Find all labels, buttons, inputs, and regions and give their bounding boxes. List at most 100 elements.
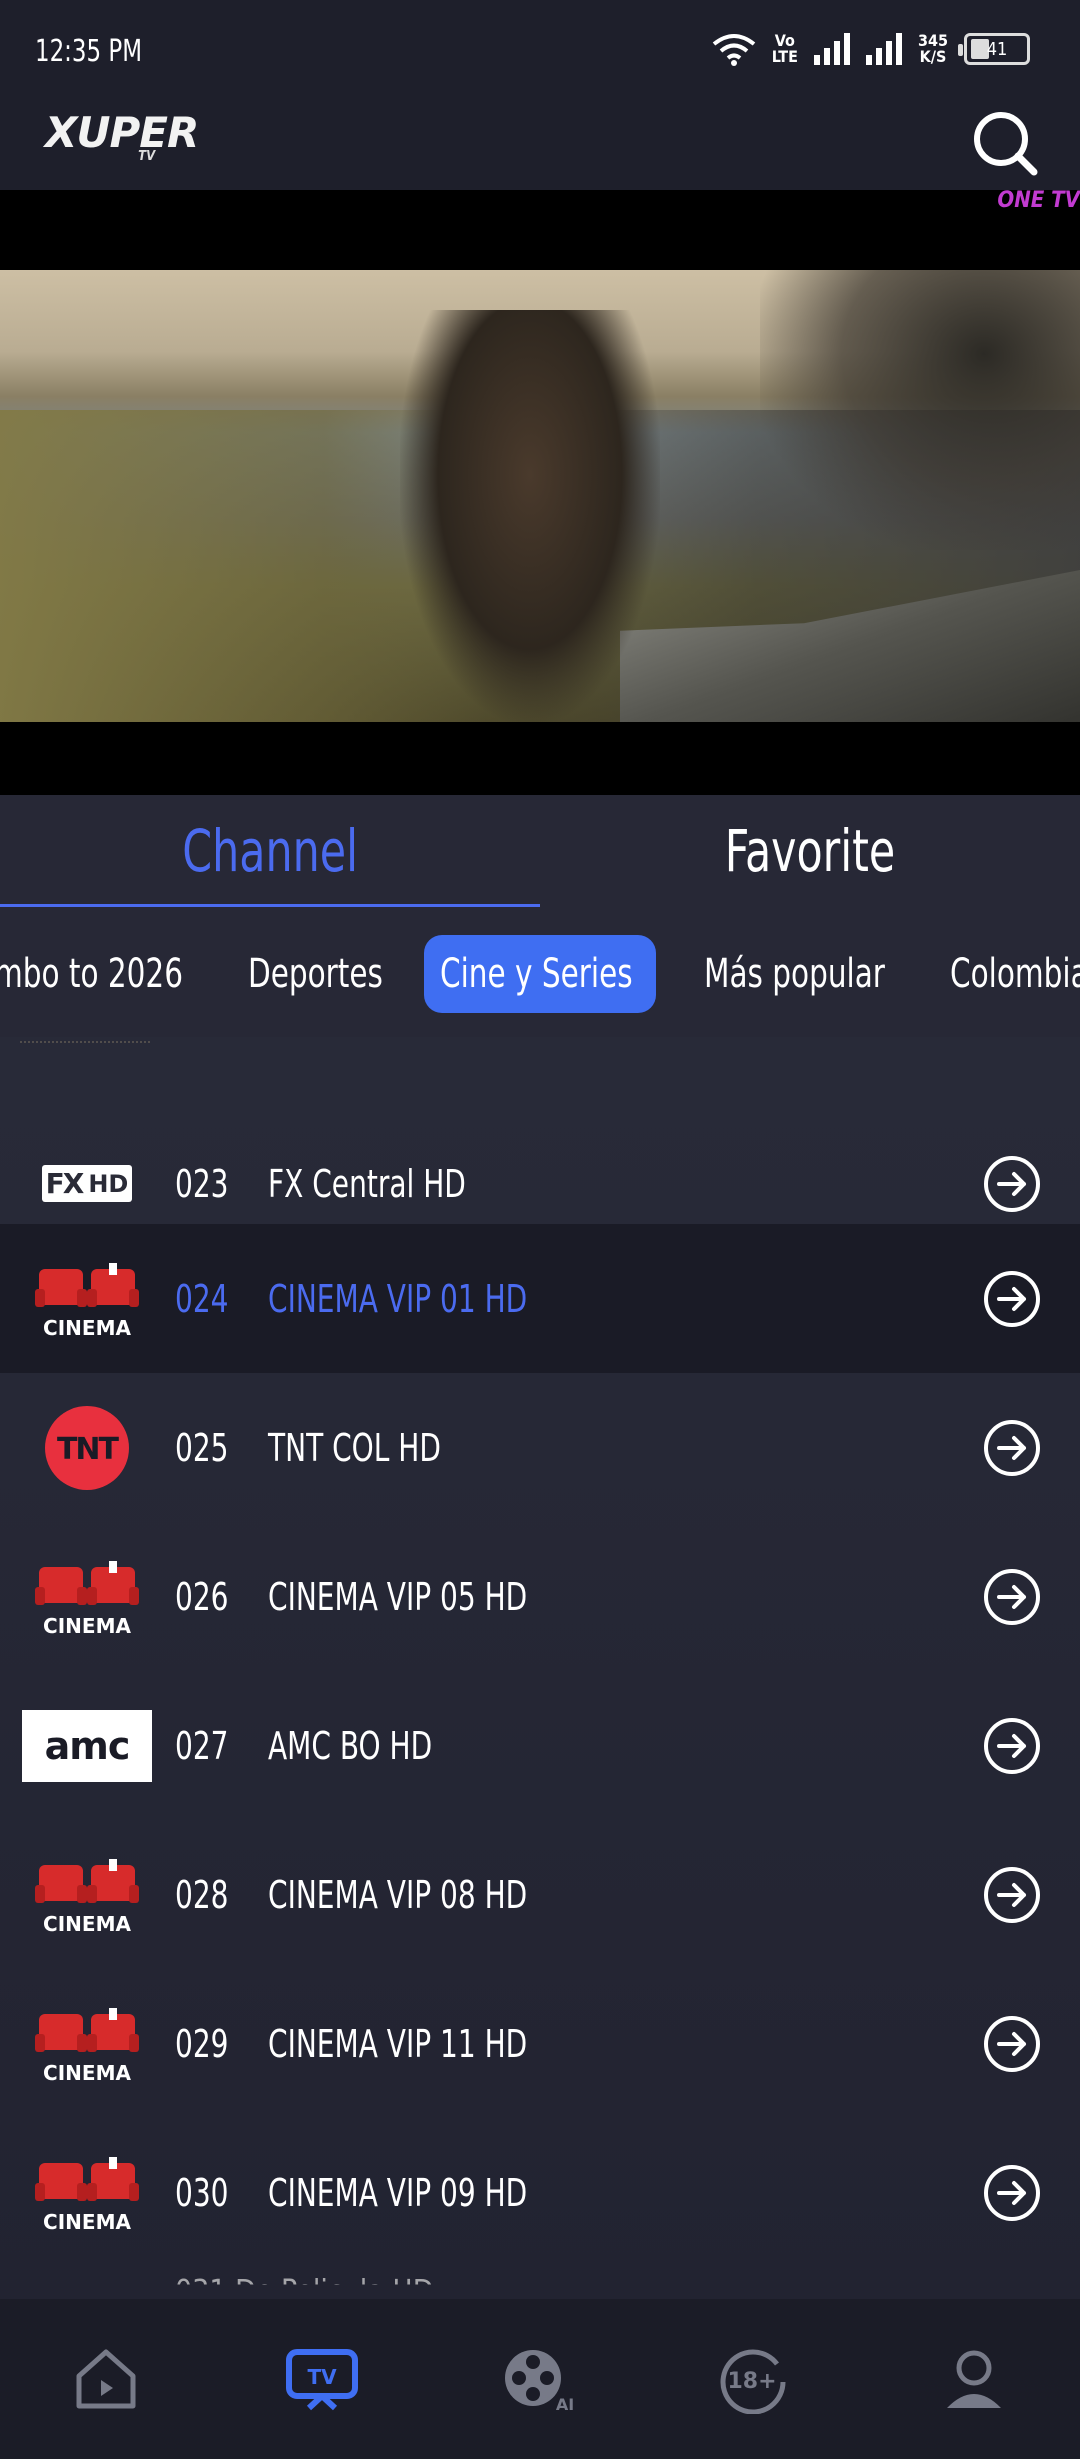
cinema-logo: CINEMA bbox=[22, 1261, 152, 1339]
profile-icon bbox=[947, 2350, 1001, 2408]
status-icons: Vo LTE 345 K/S 41 bbox=[712, 32, 1030, 66]
battery-level: 41 bbox=[986, 38, 1008, 60]
arrow-right-circle-icon[interactable] bbox=[982, 1865, 1042, 1925]
channel-list[interactable]: FX HD 023 FX Central HD CINEMA 024 CINEM… bbox=[0, 1037, 1080, 2299]
tv-icon: TV bbox=[286, 2349, 358, 2411]
video-player[interactable]: ONE TV bbox=[0, 190, 1080, 795]
cinema-seats-icon: CINEMA bbox=[35, 1560, 139, 1637]
channel-name: TNT COL HD bbox=[268, 1425, 441, 1470]
arrow-right-circle-icon[interactable] bbox=[982, 1716, 1042, 1776]
bottom-nav: TV AI 18+ bbox=[0, 2299, 1080, 2459]
channel-number: 026 bbox=[175, 1574, 229, 1619]
list-peek-bottom: 031 De Pelicula HD bbox=[175, 2274, 434, 2299]
tnt-logo-icon: TNT bbox=[45, 1405, 129, 1490]
category-chip[interactable]: Colombia bbox=[950, 935, 1080, 1013]
tab-favorite-label: Favorite bbox=[724, 817, 896, 885]
fx-hd-logo: FX HD bbox=[22, 1146, 152, 1222]
tnt-logo: TNT bbox=[22, 1405, 152, 1490]
channel-row[interactable]: CINEMA 028 CINEMA VIP 08 HD bbox=[0, 1820, 1080, 1969]
cinema-text: CINEMA bbox=[43, 1614, 131, 1637]
nav-adult[interactable]: 18+ bbox=[714, 2339, 794, 2419]
cinema-logo: CINEMA bbox=[22, 1857, 152, 1935]
channel-name: FX Central HD bbox=[268, 1161, 466, 1206]
tab-channel[interactable]: Channel bbox=[0, 795, 540, 907]
app-logo: XUPER TV bbox=[45, 108, 199, 172]
nav-home[interactable] bbox=[66, 2339, 146, 2419]
cinema-logo: CINEMA bbox=[22, 2006, 152, 2084]
wifi-icon bbox=[712, 34, 756, 66]
net-speed: 345 K/S bbox=[918, 33, 948, 65]
cinema-seats-icon: CINEMA bbox=[35, 1858, 139, 1935]
nav-ai[interactable]: AI bbox=[498, 2339, 578, 2419]
channel-row[interactable]: CINEMA 029 CINEMA VIP 11 HD bbox=[0, 1969, 1080, 2118]
signal-icon bbox=[813, 33, 850, 65]
battery-icon: 41 bbox=[958, 33, 1030, 65]
logo-text: XUPER bbox=[45, 108, 199, 157]
search-icon[interactable] bbox=[970, 108, 1040, 178]
tab-favorite[interactable]: Favorite bbox=[540, 795, 1080, 907]
cinema-text: CINEMA bbox=[43, 1912, 131, 1935]
cinema-text: CINEMA bbox=[43, 2210, 131, 2233]
channel-name: CINEMA VIP 08 HD bbox=[268, 1872, 528, 1917]
cinema-text: CINEMA bbox=[43, 1316, 131, 1339]
scene-figure bbox=[400, 310, 660, 722]
arrow-right-circle-icon[interactable] bbox=[982, 1154, 1042, 1214]
category-chip-selected[interactable]: Cine y Series bbox=[424, 935, 656, 1013]
arrow-right-circle-icon[interactable] bbox=[982, 1418, 1042, 1478]
channel-number: 027 bbox=[175, 1723, 229, 1768]
channel-name: CINEMA VIP 09 HD bbox=[268, 2170, 528, 2215]
tnt-text: TNT bbox=[57, 1432, 120, 1467]
signal-icon-2 bbox=[865, 33, 902, 65]
nav-profile[interactable] bbox=[934, 2339, 1014, 2419]
category-label: mbo to 2026 bbox=[0, 951, 183, 997]
scene-smoke bbox=[760, 270, 1080, 550]
category-chip[interactable]: mbo to 2026 bbox=[0, 935, 224, 1013]
cinema-seats-icon: CINEMA bbox=[35, 2156, 139, 2233]
video-frame bbox=[0, 270, 1080, 722]
net-speed-unit: K/S bbox=[919, 47, 947, 66]
nav-tv[interactable]: TV bbox=[282, 2339, 362, 2419]
adult-label: 18+ bbox=[727, 2369, 776, 2394]
fx-text: FX bbox=[45, 1167, 85, 1200]
category-bar[interactable]: mbo to 2026 Deportes Cine y Series Más p… bbox=[0, 907, 1080, 1037]
category-label: Cine y Series bbox=[440, 951, 633, 997]
channel-number: 030 bbox=[175, 2170, 229, 2215]
channel-row-active[interactable]: CINEMA 024 CINEMA VIP 01 HD bbox=[0, 1224, 1080, 1373]
channel-name: CINEMA VIP 11 HD bbox=[268, 2021, 528, 2066]
status-bar: 12:35 PM Vo LTE 345 K/S 41 bbox=[0, 0, 1080, 105]
channel-row[interactable]: CINEMA 030 CINEMA VIP 09 HD bbox=[0, 2118, 1080, 2267]
channel-row[interactable]: amc 027 AMC BO HD bbox=[0, 1671, 1080, 1820]
channel-number: 024 bbox=[175, 1276, 229, 1321]
category-label: Deportes bbox=[248, 951, 383, 997]
channel-row[interactable]: TNT 025 TNT COL HD bbox=[0, 1373, 1080, 1522]
channel-watermark: ONE TV bbox=[997, 190, 1080, 213]
adult-18-icon: 18+ bbox=[720, 2349, 786, 2414]
home-icon bbox=[76, 2349, 136, 2409]
arrow-right-circle-icon[interactable] bbox=[982, 1567, 1042, 1627]
ai-label: AI bbox=[556, 2395, 574, 2414]
channel-number: 025 bbox=[175, 1425, 229, 1470]
channel-number: 028 bbox=[175, 1872, 229, 1917]
amc-text: amc bbox=[44, 1723, 131, 1768]
channel-row[interactable]: CINEMA 026 CINEMA VIP 05 HD bbox=[0, 1522, 1080, 1671]
channel-name: CINEMA VIP 01 HD bbox=[268, 1276, 528, 1321]
cinema-seats-icon: CINEMA bbox=[35, 2007, 139, 2084]
arrow-right-circle-icon[interactable] bbox=[982, 1269, 1042, 1329]
amc-logo: amc bbox=[22, 1708, 152, 1784]
channel-number: 023 bbox=[175, 1161, 229, 1206]
channel-number: 029 bbox=[175, 2021, 229, 2066]
category-label: Más popular bbox=[704, 951, 885, 997]
category-label: Colombia bbox=[950, 951, 1080, 997]
tv-icon-label: TV bbox=[307, 2365, 337, 2389]
tab-channel-label: Channel bbox=[182, 817, 358, 885]
cinema-text: CINEMA bbox=[43, 2061, 131, 2084]
arrow-right-circle-icon[interactable] bbox=[982, 2014, 1042, 2074]
category-chip[interactable]: Más popular bbox=[704, 935, 925, 1013]
category-chip[interactable]: Deportes bbox=[248, 935, 413, 1013]
channel-name: AMC BO HD bbox=[268, 1723, 433, 1768]
arrow-right-circle-icon[interactable] bbox=[982, 2163, 1042, 2223]
cinema-logo: CINEMA bbox=[22, 2155, 152, 2233]
volte-label: Vo LTE bbox=[771, 31, 798, 66]
cinema-logo: CINEMA bbox=[22, 1559, 152, 1637]
cinema-seats-icon: CINEMA bbox=[35, 1262, 139, 1339]
